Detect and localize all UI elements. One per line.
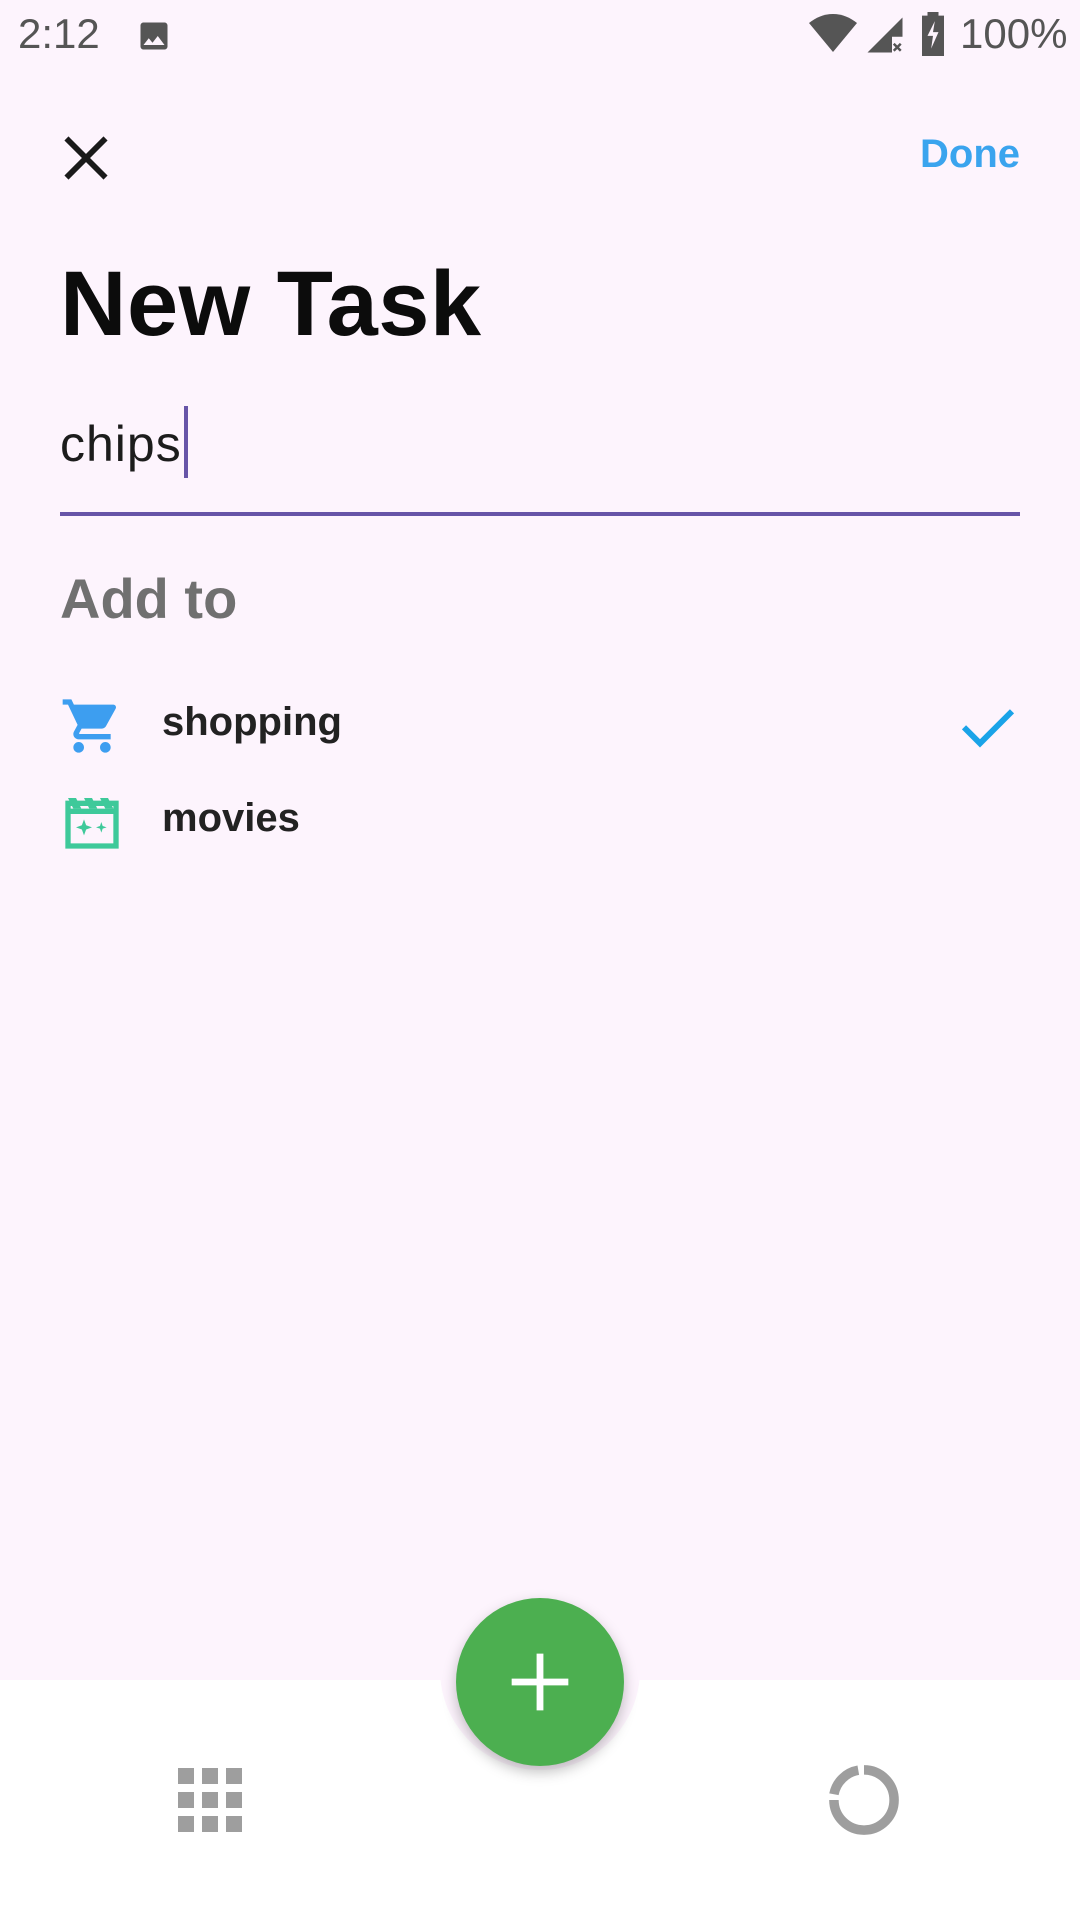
task-name-input[interactable]: chips [60, 406, 188, 484]
battery-icon [922, 12, 944, 56]
movie-clapper-icon [65, 798, 119, 849]
progress-button[interactable] [826, 1762, 902, 1838]
list-label-movies: movies [162, 796, 300, 840]
list-item-movies[interactable]: movies [60, 782, 1020, 862]
check-icon [961, 709, 1015, 748]
done-button[interactable]: Done [920, 132, 1020, 177]
status-bar: 2:12 100% [0, 0, 1080, 76]
list-label-shopping: shopping [162, 700, 342, 744]
shopping-cart-icon [62, 699, 117, 753]
signal-icon [867, 17, 903, 53]
text-cursor [183, 406, 188, 478]
progress-ring-icon [829, 1765, 899, 1835]
close-icon [64, 136, 108, 180]
page-title: New Task [60, 253, 482, 355]
task-name-field[interactable]: chips [60, 396, 1020, 516]
gallery-icon [140, 22, 168, 50]
close-button[interactable] [56, 128, 116, 188]
battery-percentage: 100% [960, 10, 1068, 57]
add-task-fab[interactable] [456, 1598, 624, 1766]
add-to-heading: Add to [60, 567, 238, 630]
status-time: 2:12 [18, 10, 100, 57]
task-name-value: chips [60, 416, 182, 473]
wifi-icon [809, 14, 857, 52]
grid-icon [178, 1768, 242, 1832]
grid-button[interactable] [178, 1768, 242, 1832]
plus-icon [511, 1653, 569, 1711]
list-item-shopping[interactable]: shopping [60, 686, 1020, 766]
